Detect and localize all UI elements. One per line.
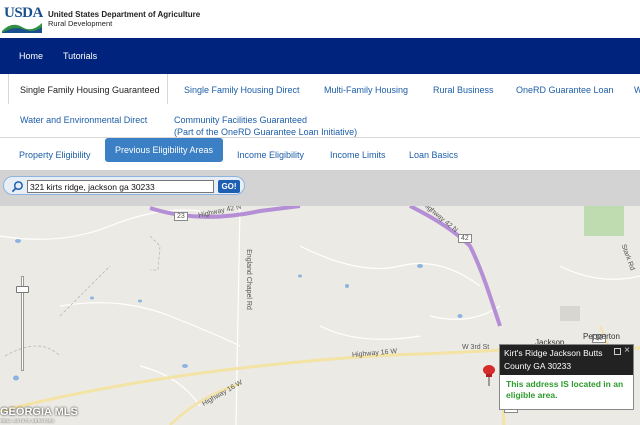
tab-single-family-direct[interactable]: Single Family Housing Direct: [184, 84, 300, 96]
search-band: GO!: [0, 170, 640, 206]
agency-subtitle: Rural Development: [48, 19, 113, 28]
label-w-3rd-st: W 3rd St: [462, 344, 490, 351]
subtab-income-eligibility[interactable]: Income Eligibility: [237, 150, 304, 160]
location-popup: Kirt's Ridge Jackson Butts County GA 302…: [499, 344, 634, 410]
tab-community-facilities[interactable]: Community Facilities Guaranteed: [174, 114, 307, 126]
tab-onerd-guarantee-loan[interactable]: OneRD Guarantee Loan: [516, 84, 614, 96]
watermark-subtext: REAL ESTATE SERVICES: [0, 418, 55, 423]
tab-rural-business[interactable]: Rural Business: [433, 84, 494, 96]
usda-hills-icon: [2, 23, 42, 33]
tab-community-facilities-note[interactable]: (Part of the OneRD Guarantee Loan Initia…: [174, 126, 357, 138]
usda-logo-text: USDA: [4, 5, 43, 21]
georgia-mls-watermark: GEORGIA MLS REAL ESTATE SERVICES: [0, 406, 78, 425]
route-42-shield: 42: [458, 234, 472, 243]
subtab-income-limits[interactable]: Income Limits: [330, 150, 386, 160]
usda-logo[interactable]: USDA: [2, 3, 43, 33]
popup-maximize-icon[interactable]: [614, 348, 621, 355]
go-button[interactable]: GO!: [218, 180, 240, 193]
zoom-thumb[interactable]: [16, 286, 29, 293]
tab-water-environmental[interactable]: Water and Environmental Direct: [20, 114, 147, 126]
search-icon: [11, 181, 23, 193]
location-pushpin-icon[interactable]: [482, 364, 496, 386]
watermark-text: GEORGIA MLS: [0, 406, 78, 418]
subtab-property-eligibility[interactable]: Property Eligibility: [19, 150, 91, 160]
department-title: United States Department of Agriculture: [48, 10, 201, 19]
program-tabs: Single Family Housing Guaranteed Single …: [0, 74, 640, 138]
zoom-slider[interactable]: [16, 276, 30, 371]
site-header: USDA United States Department of Agricul…: [0, 0, 640, 38]
address-search-input[interactable]: [27, 180, 214, 193]
tab-single-family-guaranteed[interactable]: Single Family Housing Guaranteed: [20, 84, 160, 96]
eligibility-message: This address IS located in an eligible a…: [506, 379, 624, 400]
tab-multi-family-housing[interactable]: Multi-Family Housing: [324, 84, 408, 96]
main-nav: Home Tutorials: [0, 38, 640, 74]
nav-tutorials[interactable]: Tutorials: [63, 51, 97, 61]
search-bar: GO!: [3, 176, 245, 195]
nav-home[interactable]: Home: [19, 51, 43, 61]
page: USDA United States Department of Agricul…: [0, 0, 640, 425]
sub-tabs: Property Eligibility Previous Eligibilit…: [0, 138, 640, 170]
subtab-previous-eligibility-areas[interactable]: Previous Eligibility Areas: [105, 138, 224, 162]
subtab-loan-basics[interactable]: Loan Basics: [409, 150, 458, 160]
route-23-shield: 23: [174, 212, 188, 221]
label-england-chapel-rd: England Chapel Rd: [244, 249, 252, 310]
label-pepperton: Pepperton: [583, 332, 620, 341]
popup-title: Kirt's Ridge Jackson Butts County GA 302…: [504, 348, 603, 371]
tab-truncated[interactable]: W: [634, 84, 640, 96]
popup-close-icon[interactable]: ×: [624, 346, 630, 356]
